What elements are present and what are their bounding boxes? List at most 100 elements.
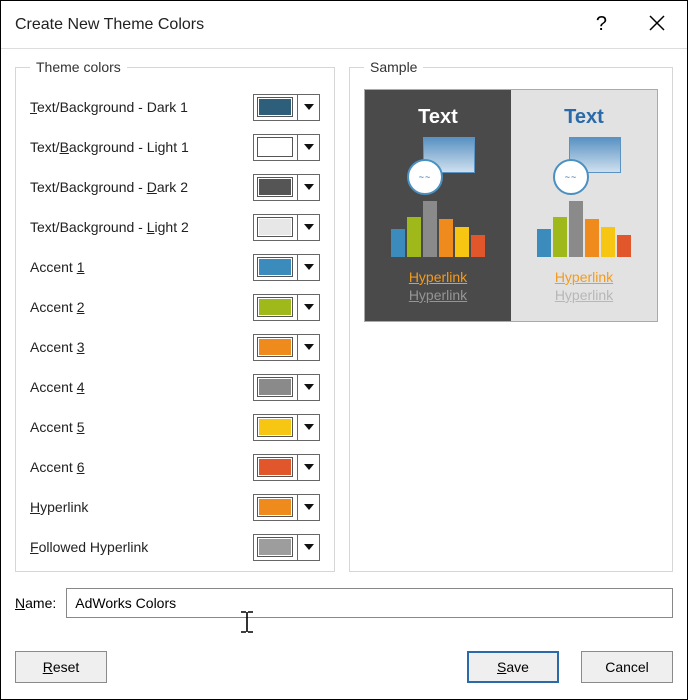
- sample-light-column: Text ~~ Hyperlink Hyperlink: [511, 90, 657, 321]
- color-row: Accent 2: [30, 293, 320, 321]
- color-row: Text/Background - Light 1: [30, 133, 320, 161]
- color-picker-button[interactable]: [253, 214, 320, 241]
- name-row: Name:: [15, 588, 673, 618]
- chart-bar: [585, 219, 599, 257]
- sample-shape-circle-icon: ~~: [407, 159, 443, 195]
- color-label: Text/Background - Light 2: [30, 219, 189, 235]
- chart-bar: [537, 229, 551, 257]
- chart-bar: [601, 227, 615, 257]
- chart-bar: [617, 235, 631, 257]
- name-label: Name:: [15, 595, 56, 611]
- color-row: Accent 1: [30, 253, 320, 281]
- chevron-down-icon: [297, 495, 319, 520]
- color-picker-button[interactable]: [253, 534, 320, 561]
- color-row: Text/Background - Dark 1: [30, 93, 320, 121]
- sample-dark-text: Text: [418, 106, 458, 129]
- chart-bar: [455, 227, 469, 257]
- color-label: Accent 3: [30, 339, 85, 355]
- color-label: Text/Background - Dark 2: [30, 179, 188, 195]
- color-picker-button[interactable]: [253, 494, 320, 521]
- chevron-down-icon: [297, 535, 319, 560]
- chevron-down-icon: [297, 135, 319, 160]
- chart-bar: [569, 201, 583, 257]
- color-label: Accent 2: [30, 299, 85, 315]
- sample-light-hyperlink: Hyperlink: [555, 269, 613, 285]
- theme-colors-group: Theme colors Text/Background - Dark 1 Tex…: [15, 59, 335, 572]
- color-picker-button[interactable]: [253, 94, 320, 121]
- sample-dark-hyperlink: Hyperlink: [409, 269, 467, 285]
- color-swatch: [257, 537, 293, 557]
- chart-bar: [553, 217, 567, 257]
- color-swatch: [257, 457, 293, 477]
- color-swatch: [257, 297, 293, 317]
- cancel-button[interactable]: Cancel: [581, 651, 673, 683]
- sample-dark-followed-hyperlink: Hyperlink: [409, 287, 467, 303]
- chart-bar: [391, 229, 405, 257]
- color-swatch: [257, 97, 293, 117]
- color-label: Hyperlink: [30, 499, 88, 515]
- chevron-down-icon: [297, 415, 319, 440]
- chevron-down-icon: [297, 175, 319, 200]
- color-label: Accent 6: [30, 459, 85, 475]
- color-row: Accent 6: [30, 453, 320, 481]
- color-swatch: [257, 177, 293, 197]
- color-swatch: [257, 377, 293, 397]
- color-label: Accent 4: [30, 379, 85, 395]
- color-label: Accent 5: [30, 419, 85, 435]
- color-swatch: [257, 217, 293, 237]
- create-theme-colors-dialog: Create New Theme Colors ? Theme colors T…: [0, 0, 688, 700]
- color-picker-button[interactable]: [253, 414, 320, 441]
- color-label: Accent 1: [30, 259, 85, 275]
- color-row: Hyperlink: [30, 493, 320, 521]
- sample-dark-shapes: ~~: [401, 137, 475, 195]
- color-swatch: [257, 137, 293, 157]
- chart-bar: [423, 201, 437, 257]
- close-button[interactable]: [641, 11, 673, 38]
- color-swatch: [257, 257, 293, 277]
- color-row: Accent 4: [30, 373, 320, 401]
- sample-dark-chart: [391, 201, 485, 257]
- sample-group: Sample Text ~~ Hyperlink Hyperlink Text: [349, 59, 673, 572]
- chart-bar: [407, 217, 421, 257]
- dialog-buttons: Reset Save Cancel: [1, 637, 687, 699]
- color-picker-button[interactable]: [253, 294, 320, 321]
- theme-name-input[interactable]: [66, 588, 673, 618]
- color-row: Text/Background - Dark 2: [30, 173, 320, 201]
- color-picker-button[interactable]: [253, 374, 320, 401]
- titlebar: Create New Theme Colors ?: [1, 1, 687, 49]
- color-picker-button[interactable]: [253, 334, 320, 361]
- color-picker-button[interactable]: [253, 174, 320, 201]
- color-row: Text/Background - Light 2: [30, 213, 320, 241]
- chart-bar: [439, 219, 453, 257]
- chevron-down-icon: [297, 375, 319, 400]
- color-picker-button[interactable]: [253, 254, 320, 281]
- color-row: Followed Hyperlink: [30, 533, 320, 561]
- dialog-title: Create New Theme Colors: [15, 16, 586, 34]
- chevron-down-icon: [297, 455, 319, 480]
- color-swatch: [257, 417, 293, 437]
- chevron-down-icon: [297, 335, 319, 360]
- close-icon: [649, 18, 665, 34]
- theme-colors-legend: Theme colors: [30, 59, 127, 75]
- color-label: Text/Background - Light 1: [30, 139, 189, 155]
- color-picker-button[interactable]: [253, 454, 320, 481]
- sample-light-followed-hyperlink: Hyperlink: [555, 287, 613, 303]
- reset-button[interactable]: Reset: [15, 651, 107, 683]
- chevron-down-icon: [297, 95, 319, 120]
- save-button[interactable]: Save: [467, 651, 559, 683]
- color-swatch: [257, 337, 293, 357]
- sample-light-shapes: ~~: [547, 137, 621, 195]
- color-label: Text/Background - Dark 1: [30, 99, 188, 115]
- sample-preview: Text ~~ Hyperlink Hyperlink Text: [364, 89, 658, 322]
- sample-dark-column: Text ~~ Hyperlink Hyperlink: [365, 90, 511, 321]
- color-label: Followed Hyperlink: [30, 539, 148, 555]
- sample-shape-circle-icon: ~~: [553, 159, 589, 195]
- help-button[interactable]: ?: [586, 9, 617, 40]
- color-swatch: [257, 497, 293, 517]
- color-row: Accent 3: [30, 333, 320, 361]
- chevron-down-icon: [297, 295, 319, 320]
- chevron-down-icon: [297, 215, 319, 240]
- sample-light-text: Text: [564, 106, 604, 129]
- color-picker-button[interactable]: [253, 134, 320, 161]
- chart-bar: [471, 235, 485, 257]
